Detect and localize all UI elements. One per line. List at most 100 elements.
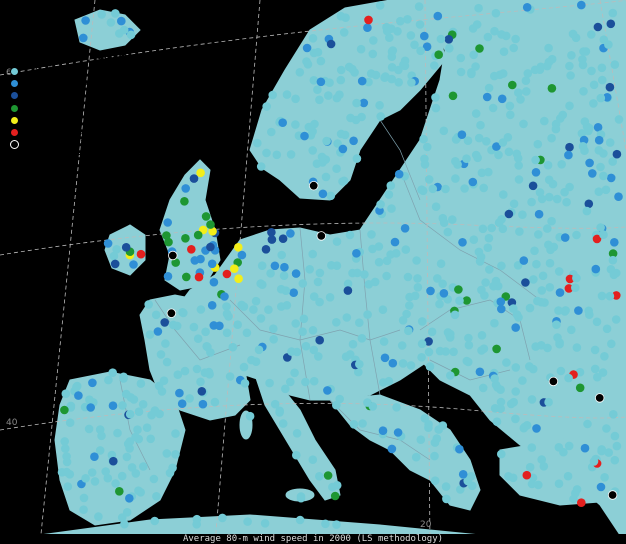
station-marker — [496, 297, 506, 307]
station-marker — [557, 160, 566, 169]
station-marker — [363, 23, 372, 32]
station-marker — [278, 234, 288, 243]
station-marker — [458, 470, 468, 479]
station-marker — [527, 479, 537, 489]
station-marker — [497, 449, 506, 459]
station-marker — [171, 429, 180, 438]
station-marker — [604, 40, 613, 49]
station-marker — [403, 272, 413, 282]
legend-item-class-2: 2 (5.9<V<6.9 m/s) — [10, 77, 160, 89]
station-marker — [269, 335, 279, 344]
station-marker — [498, 138, 508, 147]
station-marker — [125, 444, 134, 453]
station-marker — [309, 76, 319, 85]
station-marker — [109, 456, 118, 466]
station-marker — [595, 393, 605, 403]
station-marker — [325, 293, 335, 302]
station-marker — [156, 350, 166, 359]
station-marker — [316, 56, 326, 66]
station-marker — [448, 215, 457, 224]
station-marker — [448, 91, 458, 101]
station-marker — [499, 190, 508, 199]
legend-label-class-7: 7 (V>9.4 m/s) — [24, 139, 84, 150]
station-marker — [120, 519, 129, 529]
station-marker — [528, 181, 538, 191]
station-marker — [332, 93, 342, 103]
station-marker — [604, 448, 613, 457]
station-marker — [535, 65, 545, 74]
station-marker — [539, 462, 549, 471]
station-marker — [529, 275, 538, 284]
station-marker — [456, 67, 466, 77]
station-marker — [508, 80, 517, 90]
station-marker — [502, 358, 511, 367]
station-marker — [111, 9, 120, 18]
station-marker — [589, 457, 599, 466]
station-marker — [504, 147, 514, 157]
station-marker — [427, 327, 437, 337]
station-marker — [345, 230, 355, 240]
station-marker — [439, 218, 449, 227]
station-marker — [544, 240, 553, 250]
station-marker — [401, 245, 411, 254]
station-marker — [113, 428, 122, 438]
station-marker — [476, 120, 485, 130]
station-marker — [343, 286, 353, 295]
station-marker — [522, 3, 532, 12]
station-marker — [582, 206, 592, 216]
legend-item-class-6: 6 (8.6<V<9.4 m/s) — [10, 126, 160, 138]
station-marker — [364, 15, 373, 25]
station-marker — [65, 418, 75, 428]
station-marker — [420, 160, 430, 169]
station-marker — [434, 50, 444, 59]
station-marker — [162, 357, 172, 367]
station-marker — [404, 326, 413, 336]
legend-item-class-5: 5 (8.1<V<8.6 m/s) — [10, 114, 160, 126]
station-marker — [180, 197, 189, 206]
station-marker — [97, 431, 106, 441]
station-marker — [537, 297, 546, 307]
station-marker — [479, 183, 489, 193]
station-marker — [506, 399, 516, 409]
legend-swatch-class-2 — [10, 78, 19, 88]
station-marker — [60, 405, 69, 415]
station-marker — [230, 264, 239, 274]
station-marker — [475, 44, 484, 53]
station-marker — [543, 160, 553, 170]
map-caption: Average 80-m wind speed in 2000 (LS meth… — [0, 534, 626, 544]
station-marker — [512, 149, 522, 159]
station-marker — [309, 180, 319, 191]
station-marker — [281, 384, 290, 394]
station-marker — [296, 492, 306, 501]
station-marker — [568, 29, 578, 39]
station-marker — [125, 494, 134, 503]
legend-item-class-7: 7 (V>9.4 m/s) — [10, 139, 160, 151]
station-marker — [407, 78, 416, 87]
station-marker — [112, 245, 121, 254]
station-marker — [444, 35, 454, 44]
station-marker — [187, 245, 196, 254]
legend-title: Wind classes at 80 m — [26, 52, 128, 62]
station-marker — [62, 467, 71, 477]
station-marker — [398, 359, 408, 368]
station-marker — [511, 323, 520, 332]
legend-rule — [24, 154, 134, 156]
station-marker — [256, 314, 266, 323]
station-marker — [548, 376, 559, 387]
station-marker — [594, 146, 604, 155]
station-marker — [390, 237, 400, 247]
station-marker — [610, 431, 620, 441]
station-marker — [117, 471, 127, 481]
station-marker — [487, 223, 497, 233]
station-marker — [572, 273, 581, 283]
station-marker — [554, 479, 564, 489]
station-marker — [543, 343, 552, 353]
station-marker — [287, 347, 296, 356]
station-marker — [326, 39, 336, 49]
station-marker — [547, 216, 556, 226]
station-marker — [498, 69, 508, 78]
station-marker — [353, 268, 362, 278]
station-marker — [62, 452, 71, 461]
station-marker — [275, 408, 284, 417]
station-marker — [291, 94, 300, 104]
